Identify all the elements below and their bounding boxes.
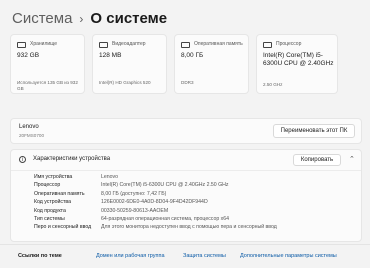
page-title: О системе [90, 10, 168, 27]
card-value: Intel(R) Core(TM) i5-6300U CPU @ 2.40GHz [263, 52, 334, 67]
device-model: 20FMS0700 [19, 133, 45, 138]
system-protection-link[interactable]: Защита системы [183, 253, 226, 259]
card-subtext: DDR3 [181, 80, 194, 85]
card-value: 932 GB [17, 52, 40, 59]
related-links-label: Ссылки по теме [18, 253, 62, 259]
chevron-up-icon[interactable]: ⌃ [349, 155, 355, 163]
memory-card[interactable]: Оперативная память 8,00 ГБ DDR3 [174, 34, 249, 94]
processor-card[interactable]: Процессор Intel(R) Core(TM) i5-6300U CPU… [256, 34, 338, 94]
card-subtext: Используется 135 GB из 932 GB [17, 80, 78, 91]
spec-value: Intel(R) Core(TM) i5-6300U CPU @ 2.40GHz… [101, 182, 229, 189]
graphics-card[interactable]: Видеоадаптер 128 MB Intel(R) HD Graphics… [92, 34, 167, 94]
storage-card[interactable]: Хранилище 932 GB Используется 135 GB из … [10, 34, 85, 94]
rename-pc-button[interactable]: Переименовать этот ПК [273, 124, 355, 138]
spec-key: Перо и сенсорный ввод [34, 224, 92, 231]
summary-cards: Хранилище 932 GB Используется 135 GB из … [10, 34, 362, 94]
card-caption: Видеоадаптер [112, 41, 146, 47]
spec-key: Тип системы [34, 215, 65, 222]
card-value: 128 MB [99, 52, 122, 59]
spec-value: Для этого монитора недоступен ввод с пом… [101, 224, 277, 231]
copy-button[interactable]: Копировать [293, 154, 341, 166]
spec-value: 126E0002-6DE0-4A0D-8D04-9F4D42DF944D [101, 199, 208, 206]
device-specs-panel: i Характеристики устройства Копировать ⌃… [10, 149, 362, 242]
spec-value: 8,00 ГБ (доступно: 7,42 ГБ) [101, 190, 167, 197]
card-subtext: 2.50 GHz [263, 82, 283, 87]
breadcrumb-separator-icon: › [79, 12, 84, 26]
spec-value: 64-разрядная операционная система, проце… [101, 215, 230, 222]
device-specs-title: Характеристики устройства [33, 156, 111, 162]
spec-key: Имя устройства [34, 174, 73, 180]
device-name: Lenovo [19, 124, 39, 130]
spec-value: Lenovo [101, 174, 119, 180]
related-links-bar: Ссылки по теме Домен или рабочая группа … [0, 244, 370, 268]
breadcrumb: Система › О системе [12, 10, 167, 27]
card-caption: Оперативная память [194, 41, 243, 47]
card-value: 8,00 ГБ [181, 52, 204, 59]
memory-icon [181, 42, 190, 48]
device-name-row: Lenovo 20FMS0700 Переименовать этот ПК [10, 118, 362, 144]
display-icon [99, 42, 108, 48]
storage-icon [17, 42, 26, 48]
spec-key: Код устройства [34, 199, 71, 206]
spec-value: 00330-50259-80613-AAOEM [101, 207, 169, 214]
spec-key: Оперативная память [34, 190, 85, 197]
processor-icon [263, 42, 272, 48]
card-caption: Процессор [276, 41, 302, 47]
spec-key: Код продукта [34, 207, 66, 214]
breadcrumb-parent[interactable]: Система [12, 10, 72, 27]
advanced-system-settings-link[interactable]: Дополнительные параметры системы [240, 253, 337, 259]
card-caption: Хранилище [30, 41, 57, 47]
info-icon: i [19, 156, 26, 163]
device-specs-header[interactable]: i Характеристики устройства Копировать ⌃ [11, 150, 361, 171]
card-subtext: Intel(R) HD Graphics 520 [99, 80, 151, 85]
spec-key: Процессор [34, 182, 61, 189]
domain-workgroup-link[interactable]: Домен или рабочая группа [96, 253, 165, 259]
